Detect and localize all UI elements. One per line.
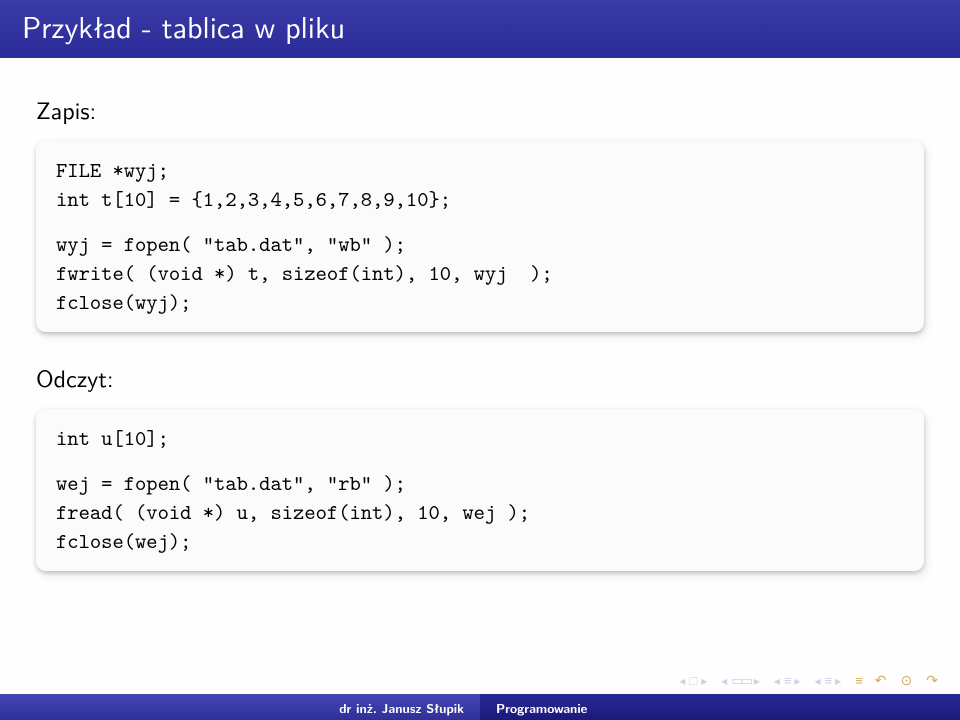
nav-back-icon[interactable]: ↶ [875, 670, 887, 690]
code-line: fwrite( (void *) t, sizeof(int), 10, wyj… [56, 258, 904, 287]
nav-subsection-icon[interactable]: ◂≡▸ [774, 671, 801, 690]
code-line: int u[10]; [56, 423, 904, 452]
code-line: int t[10] = {1,2,3,4,5,6,7,8,9,10}; [56, 184, 904, 213]
code-line: fclose(wyj); [56, 287, 904, 316]
footer-author-region: dr inż. Janusz Słupik [0, 694, 480, 720]
code-line: fread( (void *) u, sizeof(int), 10, wej … [56, 497, 904, 526]
slide-title-bar: Przykład - tablica w pliku [0, 0, 960, 58]
code-block-zapis: FILE *wyj; int t[10] = {1,2,3,4,5,6,7,8,… [36, 141, 924, 332]
blank-line [56, 452, 904, 468]
code-line: wej = fopen( "tab.dat", "rb" ); [56, 468, 904, 497]
slide-footer: dr inż. Janusz Słupik Programowanie [0, 694, 960, 720]
slide: Przykład - tablica w pliku Zapis: FILE *… [0, 0, 960, 720]
slide-content: Zapis: FILE *wyj; int t[10] = {1,2,3,4,5… [0, 58, 960, 571]
footer-author: dr inż. Janusz Słupik [339, 698, 464, 717]
slide-title: Przykład - tablica w pliku [22, 4, 345, 48]
section-label-odczyt: Odczyt: [36, 360, 924, 395]
nav-section-icon[interactable]: ◂≡▸ [815, 671, 842, 690]
blank-line [56, 213, 904, 229]
beamer-nav-icons: ◂□▸ ◂▭▭▸ ◂≡▸ ◂≡▸ ≡ ↶ ⊙ ↷ [679, 670, 938, 690]
code-line: wyj = fopen( "tab.dat", "wb" ); [56, 229, 904, 258]
nav-search-icon[interactable]: ⊙ [901, 670, 913, 690]
nav-slide-icon[interactable]: ◂□▸ [679, 671, 707, 690]
code-line: fclose(wej); [56, 526, 904, 555]
footer-topic: Programowanie [496, 698, 587, 717]
footer-topic-region: Programowanie [480, 694, 960, 720]
code-block-odczyt: int u[10]; wej = fopen( "tab.dat", "rb" … [36, 409, 924, 571]
nav-forward-icon[interactable]: ↷ [926, 670, 938, 690]
nav-appendix-icon[interactable]: ≡ [855, 671, 861, 690]
section-label-zapis: Zapis: [36, 92, 924, 127]
nav-frame-icon[interactable]: ◂▭▭▸ [721, 671, 760, 690]
code-line: FILE *wyj; [56, 155, 904, 184]
